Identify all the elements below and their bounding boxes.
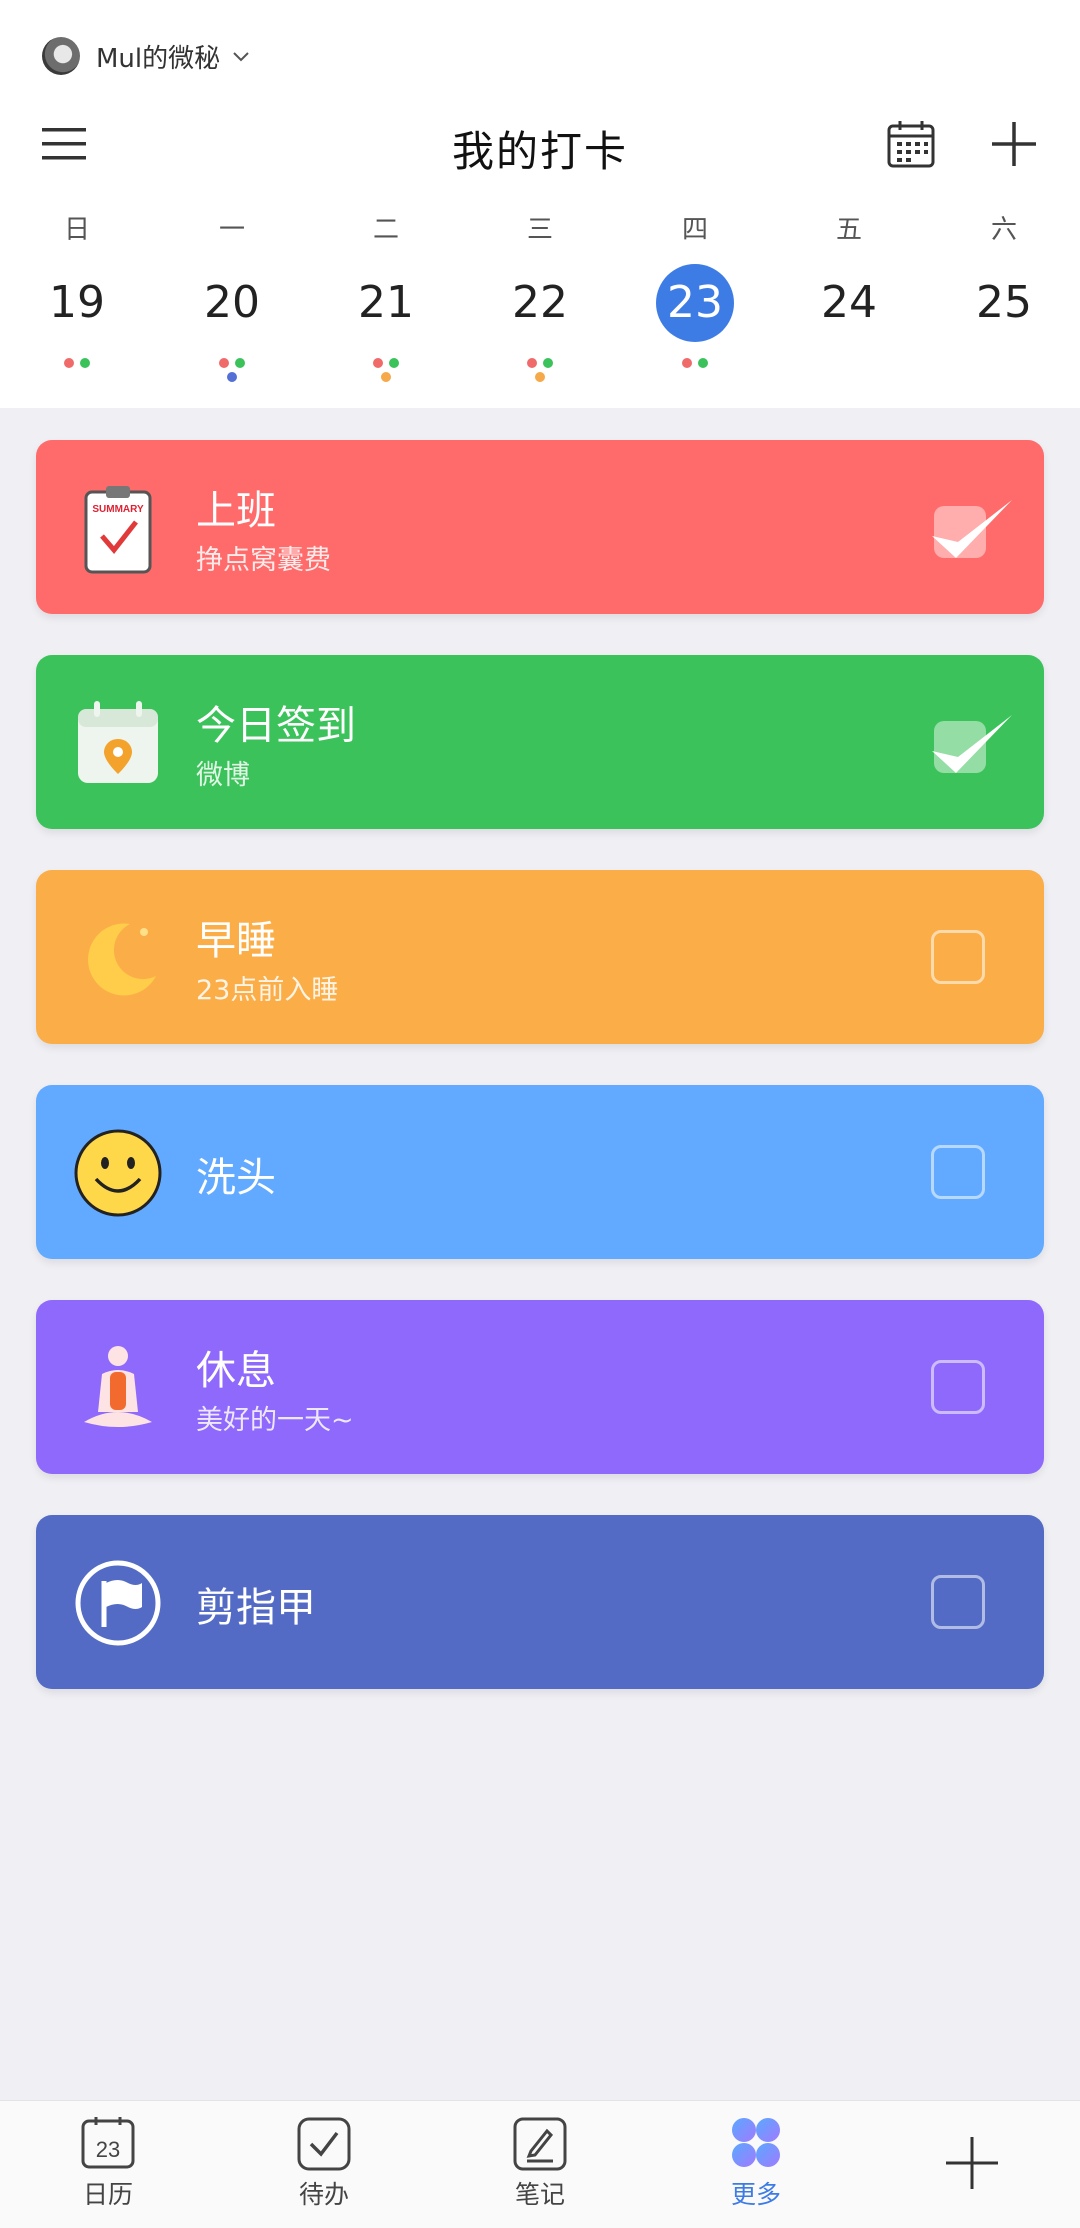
- day-25[interactable]: 六 25: [934, 210, 1074, 358]
- check-box[interactable]: [931, 1145, 985, 1199]
- tab-calendar[interactable]: 23 日历: [48, 2115, 168, 2211]
- bottom-navigation: 23 日历 待办 笔记 更多: [0, 2100, 1080, 2228]
- moon-icon: [72, 912, 164, 1004]
- chevron-down-icon: [233, 52, 249, 62]
- habit-card[interactable]: 休息美好的一天~: [36, 1300, 1044, 1474]
- day-20[interactable]: 一 20: [162, 210, 302, 382]
- day-dots: [57, 358, 97, 368]
- day-dots: [520, 358, 560, 382]
- note-pen-icon: [513, 2117, 567, 2171]
- day-number: 20: [204, 277, 260, 328]
- habit-card[interactable]: 今日签到 微博: [36, 655, 1044, 829]
- day-number: 25: [976, 277, 1032, 328]
- habit-name: 剪指甲: [196, 1585, 316, 1631]
- avatar: [42, 37, 80, 75]
- habit-name: 早睡: [196, 918, 276, 964]
- day-23[interactable]: 四 23: [625, 210, 765, 368]
- habit-card[interactable]: 早睡 23点前入睡: [36, 870, 1044, 1044]
- habit-subtitle: 美好的一天~: [196, 1405, 354, 1436]
- account-name: Mul的微秘: [96, 43, 221, 74]
- day-of-week: 一: [218, 215, 245, 245]
- day-number: 19: [49, 277, 105, 328]
- habit-subtitle: 挣点窝囊费: [196, 545, 331, 576]
- day-of-week: 五: [835, 215, 862, 245]
- check-box[interactable]: [931, 1360, 985, 1414]
- day-number: 23: [656, 264, 734, 342]
- status-dot: [80, 358, 90, 368]
- checkbox-icon: [297, 2117, 351, 2171]
- tab-more[interactable]: 更多: [696, 2115, 816, 2211]
- account-switcher[interactable]: Mul的微秘: [42, 36, 252, 76]
- clipboard-summary-icon: SUMMARY: [72, 482, 164, 574]
- svg-text:23: 23: [96, 2137, 120, 2162]
- habit-subtitle: 微博: [196, 760, 250, 791]
- status-dot: [543, 358, 553, 368]
- habit-name: 今日签到: [196, 703, 356, 749]
- habit-subtitle: 23点前入睡: [196, 975, 339, 1006]
- status-dot: [64, 358, 74, 368]
- top-panel: Mul的微秘 我的打卡 日 19 一 20 二 21 三 22 四 23 五 24 六 2: [0, 0, 1080, 408]
- svg-text:SUMMARY: SUMMARY: [92, 504, 144, 515]
- day-of-week: 四: [681, 215, 708, 245]
- flag-icon: [72, 1557, 164, 1649]
- status-dot: [535, 372, 545, 382]
- meditation-icon: [72, 1342, 164, 1434]
- tab-notes[interactable]: 笔记: [480, 2115, 600, 2211]
- add-icon[interactable]: [988, 118, 1040, 170]
- status-dot: [698, 358, 708, 368]
- status-dot: [373, 358, 383, 368]
- day-22[interactable]: 三 22: [470, 210, 610, 382]
- add-icon[interactable]: [944, 2135, 1000, 2191]
- habit-card[interactable]: 洗头: [36, 1085, 1044, 1259]
- day-24[interactable]: 五 24: [779, 210, 919, 358]
- habit-name: 洗头: [196, 1155, 276, 1201]
- status-dot: [527, 358, 537, 368]
- check-box[interactable]: [931, 1575, 985, 1629]
- status-dot: [219, 358, 229, 368]
- status-dot: [389, 358, 399, 368]
- more-grid-icon: [732, 2118, 780, 2167]
- habit-card[interactable]: 剪指甲: [36, 1515, 1044, 1689]
- tab-more-label: 更多: [730, 2180, 781, 2209]
- check-box[interactable]: [931, 930, 985, 984]
- checked-icon[interactable]: [928, 707, 1016, 779]
- day-dots: [212, 358, 252, 382]
- day-number: 22: [512, 277, 568, 328]
- status-dot: [381, 372, 391, 382]
- calendar-date-icon: 23: [81, 2117, 135, 2169]
- title-bar: 我的打卡: [0, 110, 1080, 180]
- week-strip: 日 19 一 20 二 21 三 22 四 23 五 24 六 25: [0, 210, 1080, 400]
- habit-card[interactable]: SUMMARY 上班挣点窝囊费: [36, 440, 1044, 614]
- day-of-week: 日: [63, 215, 90, 245]
- day-19[interactable]: 日 19: [7, 210, 147, 368]
- tab-todo[interactable]: 待办: [264, 2115, 384, 2211]
- day-number: 24: [821, 277, 877, 328]
- smiley-icon: [72, 1127, 164, 1219]
- day-21[interactable]: 二 21: [316, 210, 456, 382]
- tab-notes-label: 笔记: [514, 2180, 565, 2209]
- day-number: 21: [358, 277, 414, 328]
- tab-todo-label: 待办: [298, 2180, 349, 2209]
- day-dots: [675, 358, 715, 368]
- day-of-week: 六: [990, 215, 1017, 245]
- checked-icon[interactable]: [928, 492, 1016, 564]
- habit-name: 休息: [196, 1348, 276, 1394]
- day-dots: [366, 358, 406, 382]
- status-dot: [235, 358, 245, 368]
- calendar-location-icon: [72, 697, 164, 789]
- day-of-week: 三: [526, 215, 553, 245]
- status-dot: [227, 372, 237, 382]
- tab-calendar-label: 日历: [82, 2180, 133, 2209]
- habit-name: 上班: [196, 488, 276, 534]
- status-dot: [682, 358, 692, 368]
- calendar-icon[interactable]: [886, 118, 936, 170]
- day-of-week: 二: [372, 215, 399, 245]
